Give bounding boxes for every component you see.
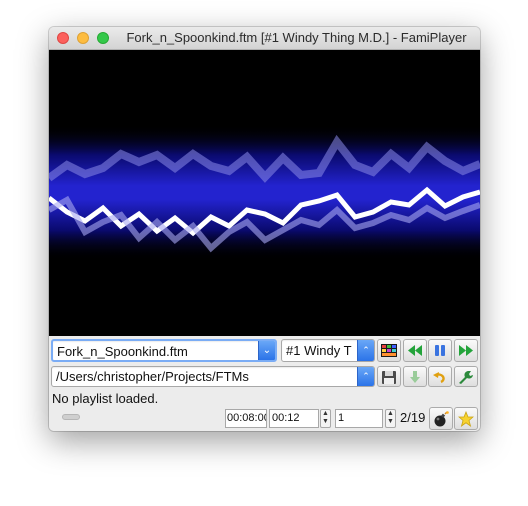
pause-icon — [435, 345, 445, 356]
elapsed-stepper[interactable]: ▲ ▼ — [320, 409, 331, 428]
loop-count-stepper[interactable]: ▲ ▼ — [385, 409, 396, 428]
control-panel: Fork_n_Spoonkind.ftm ⌄ #1 Windy T ⌃⌄ — [49, 336, 480, 431]
track-counter: 2/19 — [400, 410, 426, 425]
favorite-button[interactable] — [454, 407, 478, 430]
seek-slider[interactable] — [57, 414, 225, 420]
directory-select-value: /Users/christopher/Projects/FTMs — [56, 369, 249, 384]
close-window-button[interactable] — [57, 32, 69, 44]
settings-icon — [459, 371, 473, 384]
minimize-window-button[interactable] — [77, 32, 89, 44]
file-select[interactable]: Fork_n_Spoonkind.ftm ⌄ — [51, 339, 277, 362]
seek-slider-knob[interactable] — [62, 414, 80, 420]
download-icon — [410, 371, 420, 383]
repeat-button[interactable] — [428, 366, 452, 387]
save-icon — [382, 371, 396, 384]
loop-count-field[interactable]: 1 — [335, 409, 383, 428]
elapsed-time-field[interactable]: 00:12 — [269, 409, 319, 428]
up-down-chevron-icon[interactable]: ⌃⌄ — [357, 367, 374, 386]
download-button[interactable] — [403, 366, 427, 387]
visualizer-icon — [381, 344, 397, 357]
next-track-button[interactable] — [454, 339, 478, 362]
song-length-field[interactable]: 00:08:00 — [225, 409, 267, 428]
previous-track-button[interactable] — [403, 339, 427, 362]
song-select[interactable]: #1 Windy T ⌃⌄ — [281, 339, 375, 362]
directory-select[interactable]: /Users/christopher/Projects/FTMs ⌃⌄ — [51, 366, 375, 387]
famiplayer-window: Fork_n_Spoonkind.ftm [#1 Windy Thing M.D… — [49, 27, 480, 431]
chevron-down-icon[interactable]: ⌄ — [258, 341, 275, 360]
repeat-icon — [433, 372, 445, 384]
bomb-icon — [434, 411, 449, 427]
bomb-button[interactable] — [429, 407, 453, 430]
window-title: Fork_n_Spoonkind.ftm [#1 Windy Thing M.D… — [126, 30, 467, 45]
previous-track-icon — [408, 345, 422, 356]
title-bar: Fork_n_Spoonkind.ftm [#1 Windy Thing M.D… — [49, 27, 480, 50]
waveform-visualizer — [49, 50, 480, 336]
visualizer-button[interactable] — [377, 339, 401, 362]
settings-button[interactable] — [454, 366, 478, 387]
zoom-window-button[interactable] — [97, 32, 109, 44]
next-track-icon — [459, 345, 473, 356]
waveform-graphic — [49, 125, 480, 260]
star-icon — [458, 411, 474, 427]
song-select-value: #1 Windy T — [286, 343, 352, 358]
pause-button[interactable] — [428, 339, 452, 362]
up-down-chevron-icon[interactable]: ⌃⌄ — [357, 340, 374, 361]
playlist-status: No playlist loaded. — [52, 391, 159, 406]
file-select-value: Fork_n_Spoonkind.ftm — [57, 344, 188, 359]
save-button[interactable] — [377, 366, 401, 387]
